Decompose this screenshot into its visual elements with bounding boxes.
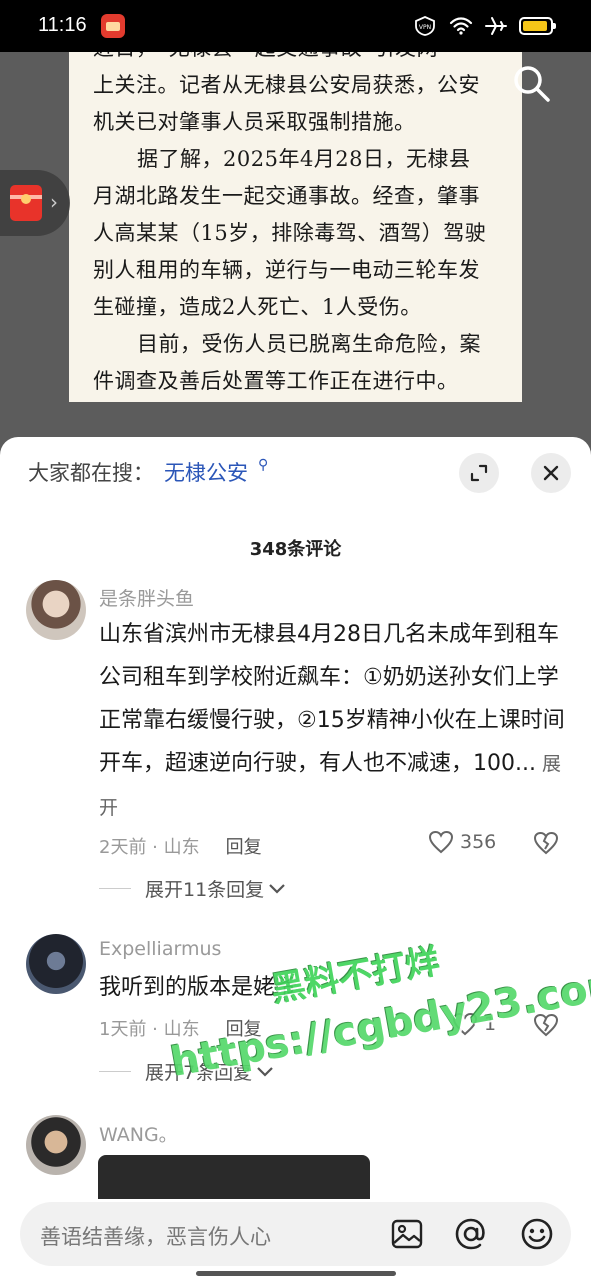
expand-icon [470,464,488,482]
airplane-icon [485,17,507,35]
reply-button[interactable]: 回复 [226,837,262,858]
article-line: 上关注。记者从无棣县公安局获悉，公安 [93,73,480,97]
broken-heart-icon[interactable] [533,831,559,855]
expand-sheet-button[interactable] [459,453,499,493]
divider [99,1071,131,1072]
svg-text:VPN: VPN [419,24,431,31]
comment-meta: 2天前 · 山东 回复 [99,833,262,859]
emoji-button[interactable] [518,1215,556,1253]
article-line: 别人租用的车辆，逆行与一电动三轮车发 [93,258,480,282]
image-icon [391,1219,423,1249]
image-button[interactable] [388,1215,426,1253]
wifi-icon [449,17,473,35]
red-packet-icon [10,185,42,221]
status-icons: VPN [413,14,556,38]
app-notification-icon [101,14,125,38]
at-icon [455,1218,485,1250]
chevron-down-icon [269,883,285,894]
comment-author[interactable]: Expelliarmus [99,938,221,960]
article-line: 人高某某（15岁，排除毒驾、酒驾）驾驶 [93,221,487,245]
battery-icon [519,17,556,35]
close-icon [543,465,559,481]
avatar[interactable] [26,580,86,640]
article-image: 近日，“无棣县一起交通事故”引发网 上关注。记者从无棣县公安局获悉，公安 机关已… [69,52,522,402]
vpn-icon: VPN [415,16,435,36]
avatar[interactable] [26,1115,86,1175]
comment-text: 山东省滨州市无棣县4月28日几名未成年到租车公司租车到学校附近飙车：①奶奶送孙女… [99,613,565,830]
expand-replies-label: 展开11条回复 [145,879,265,901]
comment-time-location: 2天前 · 山东 [99,837,200,858]
divider [99,888,131,889]
avatar[interactable] [26,934,86,994]
trending-search[interactable]: 大家都在搜： 无棣公安 ⚲ [28,457,268,487]
article-line: 件调查及善后处置等工作正在进行中。 [93,369,459,393]
article-line: 机关已对肇事人员采取强制措施。 [93,110,416,134]
comment-author[interactable]: 是条胖头鱼 [99,584,194,611]
article-line: 近日，“无棣县一起交通事故”引发网 [69,52,522,67]
red-packet-button[interactable]: › [0,170,70,236]
comment-body: 我听到的版本是姥爷 [99,975,298,1000]
comment-sheet: 大家都在搜： 无棣公安 ⚲ 348条评论 是条胖头鱼 山东省滨州市无棣县4月28日几… [0,437,591,1280]
emoji-icon [521,1218,553,1250]
expand-replies-button[interactable]: 展开11条回复 [99,875,286,902]
like-button[interactable]: 356 [428,830,496,854]
search-icon[interactable] [510,62,554,106]
comment-input-placeholder[interactable]: 善语结善缘，恶言伤人心 [40,1221,271,1251]
home-indicator[interactable] [196,1271,396,1276]
trending-search-prefix: 大家都在搜： [28,461,154,485]
status-time: 11:16 [38,14,87,36]
article-line: 生碰撞，造成2人死亡、1人受伤。 [93,295,422,319]
comment-image[interactable] [98,1155,370,1199]
comment-input-bar[interactable]: 善语结善缘，恶言伤人心 [20,1202,571,1266]
heart-icon [428,830,454,854]
like-count: 356 [460,831,497,853]
status-bar: 11:16 VPN [0,0,591,52]
article-line: 据了解，2025年4月28日，无棣县 [137,147,471,171]
trending-search-keyword[interactable]: 无棣公安 [164,461,248,485]
comment-count: 348条评论 [249,539,342,560]
comment-author[interactable]: WANG。 [99,1120,178,1147]
article-line: 目前，受伤人员已脱离生命危险，案 [137,332,481,356]
close-button[interactable] [531,453,571,493]
chevron-right-icon: › [50,190,58,214]
article-line: 月湖北路发生一起交通事故。经查，肇事 [93,184,480,208]
mention-button[interactable] [452,1215,490,1253]
search-small-icon: ⚲ [258,457,269,473]
comment-body: 山东省滨州市无棣县4月28日几名未成年到租车公司租车到学校附近飙车：①奶奶送孙女… [99,622,565,776]
